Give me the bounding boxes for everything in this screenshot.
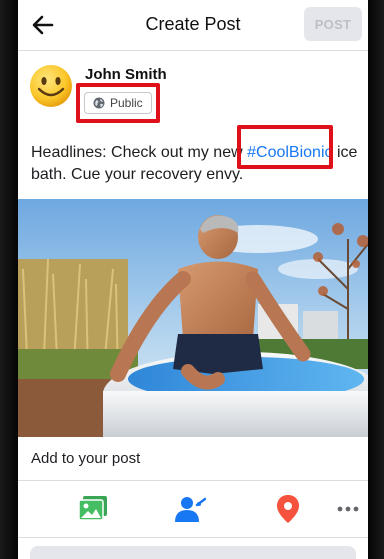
privacy-highlight-box (76, 83, 160, 123)
add-photo-button[interactable] (75, 491, 111, 527)
tag-people-button[interactable] (172, 491, 208, 527)
hashtag-highlight-box (237, 125, 333, 169)
phone-bezel-right (368, 0, 384, 559)
location-pin-icon (277, 495, 299, 523)
post-photo[interactable] (18, 199, 368, 437)
check-in-button[interactable] (270, 491, 306, 527)
photo-icon (78, 496, 107, 521)
bottom-input-bar[interactable] (30, 546, 356, 559)
post-button[interactable]: POST (304, 7, 362, 41)
create-post-screen: Create Post POST John Smith Public Headl… (18, 0, 368, 559)
phone-bezel-left (0, 0, 18, 559)
post-text-start: Headlines: Check out my new (31, 144, 248, 161)
author-name: John Smith (85, 66, 167, 83)
add-to-post-label: Add to your post (31, 450, 141, 467)
header-bar: Create Post POST (18, 0, 368, 51)
smiley-face-icon (30, 65, 72, 107)
add-to-post-toolbar (18, 480, 368, 538)
tag-people-icon (175, 497, 206, 522)
more-icon (337, 506, 359, 512)
more-options-button[interactable] (330, 491, 366, 527)
